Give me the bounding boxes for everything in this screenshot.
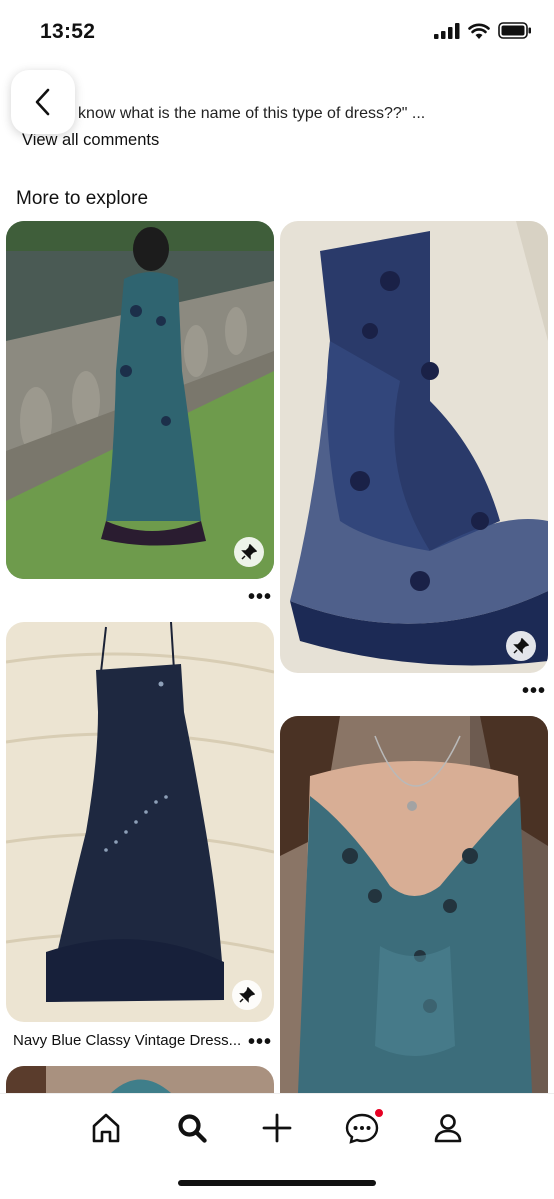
status-icons	[434, 22, 532, 39]
back-button[interactable]	[11, 70, 75, 134]
pushpin-icon	[513, 638, 529, 654]
nav-search[interactable]	[170, 1106, 214, 1150]
nav-home[interactable]	[84, 1106, 128, 1150]
dress-photo	[280, 716, 548, 1093]
home-icon	[92, 1113, 120, 1143]
pin-image[interactable]	[6, 622, 274, 1022]
home-indicator	[178, 1180, 376, 1186]
pin-save-badge[interactable]	[232, 980, 262, 1010]
nav-create[interactable]	[255, 1106, 299, 1150]
plus-icon	[262, 1113, 292, 1143]
nav-messages[interactable]	[340, 1106, 384, 1150]
pushpin-icon	[241, 544, 257, 560]
section-title: More to explore	[16, 188, 149, 209]
search-icon	[178, 1114, 207, 1143]
notification-dot	[374, 1108, 384, 1118]
dress-photo	[6, 622, 274, 1022]
cellular-signal-icon	[434, 22, 460, 39]
pin-image[interactable]	[6, 1066, 274, 1093]
pin-more-button[interactable]: •••	[248, 1032, 272, 1052]
battery-icon	[498, 22, 531, 39]
pin-image[interactable]	[280, 221, 548, 673]
status-bar: 13:52	[0, 0, 554, 64]
pushpin-icon	[239, 987, 255, 1003]
pin-save-badge[interactable]	[234, 537, 264, 567]
pin-image[interactable]	[6, 221, 274, 579]
dress-photo	[6, 221, 274, 579]
profile-icon	[434, 1114, 462, 1143]
status-time: 13:52	[40, 20, 96, 43]
pin-image[interactable]	[280, 716, 548, 1093]
comment-preview: nybody know what is the name of this typ…	[22, 105, 426, 122]
nav-profile[interactable]	[426, 1106, 470, 1150]
chevron-left-icon	[35, 88, 50, 116]
dress-photo	[6, 1066, 274, 1093]
wifi-icon	[468, 23, 490, 39]
dress-photo	[280, 221, 548, 673]
pin-caption[interactable]: Navy Blue Classy Vintage Dress...	[13, 1032, 241, 1049]
pin-save-badge[interactable]	[506, 631, 536, 661]
pin-more-button[interactable]: •••	[522, 681, 546, 701]
pin-more-button[interactable]: •••	[248, 587, 272, 607]
